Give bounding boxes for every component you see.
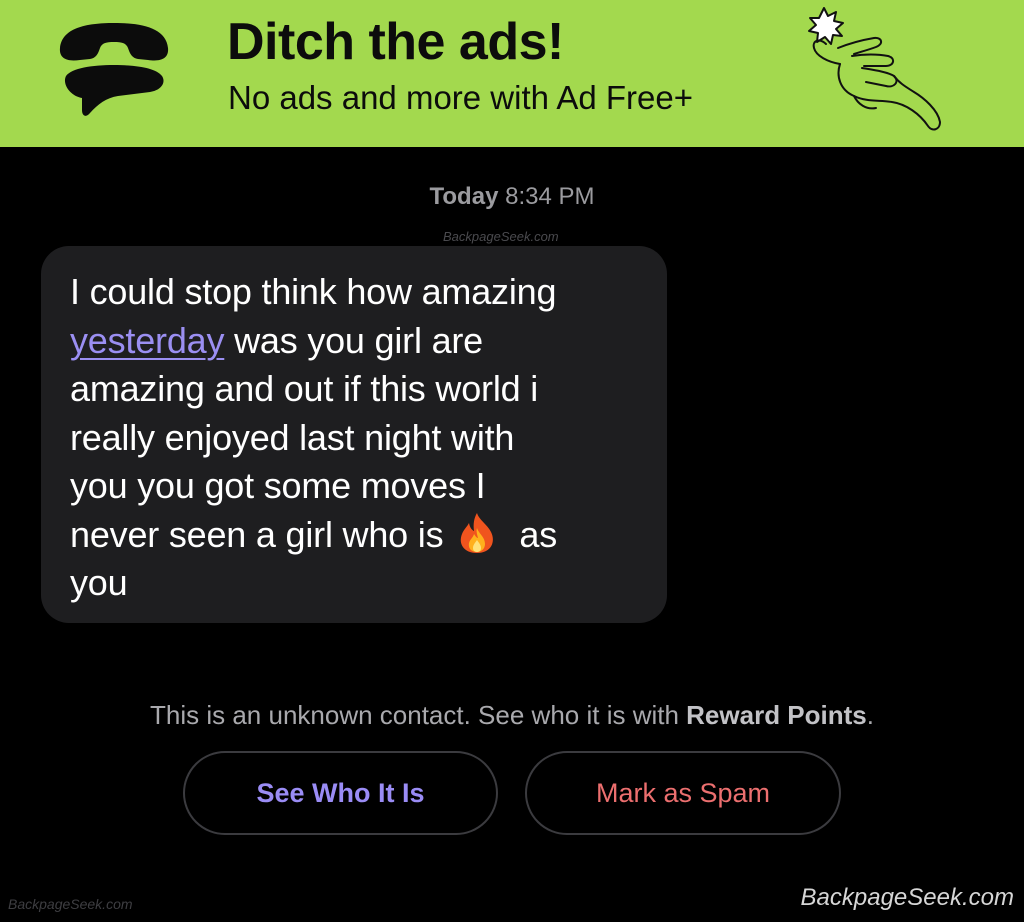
- message-line-text: was you girl are: [234, 319, 483, 361]
- message-line-text: as: [519, 513, 558, 555]
- ad-banner[interactable]: Ditch the ads! No ads and more with Ad F…: [0, 0, 1024, 147]
- ad-subtitle: No ads and more with Ad Free+: [228, 79, 693, 116]
- message-line: never seen a girl who is as: [70, 511, 639, 560]
- message-line: you you got some moves I: [70, 465, 486, 506]
- watermark-bottom-right: BackpageSeek.com: [800, 884, 1014, 911]
- message-timestamp: Today 8:34 PM: [0, 180, 1024, 214]
- mark-spam-label: Mark as Spam: [595, 777, 771, 808]
- message-line: really enjoyed last night with: [70, 416, 515, 458]
- message-line: I could stop think how amazing: [70, 271, 557, 312]
- timestamp-day: Today: [429, 183, 499, 210]
- reward-points-label: Reward Points: [686, 700, 867, 730]
- message-line: you: [70, 562, 128, 603]
- unknown-contact-notice: This is an unknown contact. See who it i…: [0, 698, 1024, 732]
- notice-period: .: [866, 700, 874, 730]
- watermark-bottom-left: BackpageSeek.com: [8, 896, 133, 912]
- see-who-label: See Who It Is: [256, 777, 425, 808]
- message-line: yesterday was you girl are: [70, 317, 639, 366]
- notice-text: This is an unknown contact. See who it i…: [150, 700, 687, 730]
- incoming-message-bubble[interactable]: I could stop think how amazing yesterday…: [41, 246, 667, 623]
- timestamp-time: 8:34 PM: [505, 183, 595, 210]
- message-line-text: never seen a girl who is: [70, 513, 444, 555]
- mark-as-spam-button[interactable]: Mark as Spam: [525, 751, 841, 835]
- see-who-it-is-button[interactable]: See Who It Is: [183, 751, 498, 835]
- watermark-top: BackpageSeek.com: [443, 229, 559, 244]
- messaging-screen: Ditch the ads! No ads and more with Ad F…: [0, 0, 1024, 922]
- message-line: amazing and out if this world i: [70, 368, 539, 409]
- date-link[interactable]: yesterday: [70, 320, 224, 361]
- textnow-logo-icon: [59, 23, 169, 116]
- ad-title: Ditch the ads!: [227, 13, 564, 71]
- fire-icon: [461, 512, 494, 553]
- hand-snap-icon: [808, 7, 941, 131]
- message-text: I could stop think how amazing yesterday…: [70, 268, 639, 608]
